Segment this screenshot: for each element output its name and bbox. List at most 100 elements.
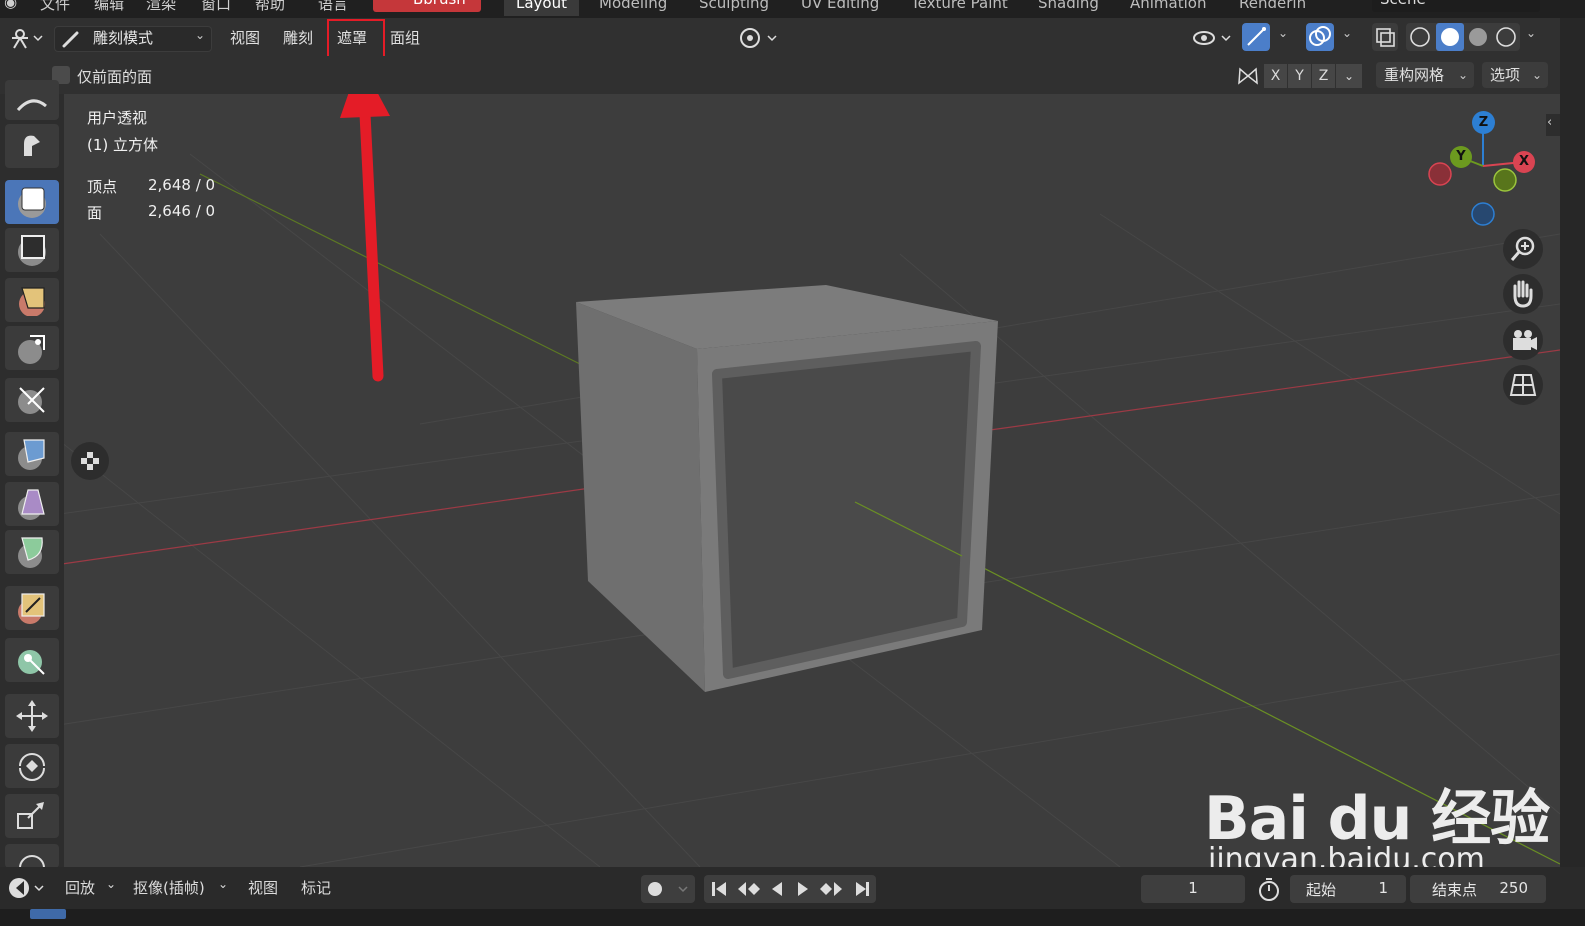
visibility-button[interactable] xyxy=(1190,26,1236,50)
material-shading-icon xyxy=(1469,28,1487,46)
scene-selector[interactable]: Scene xyxy=(1372,0,1540,12)
gizmo-z-axis[interactable]: Z xyxy=(1472,111,1495,134)
smooth-brush-icon xyxy=(16,99,47,112)
face-set-toggle-button[interactable] xyxy=(71,442,109,480)
tool-edit-face-set[interactable] xyxy=(5,586,59,630)
mode-dropdown[interactable]: 雕刻模式 ⌄ xyxy=(54,26,212,52)
end-frame-field[interactable]: 结束点 250 xyxy=(1410,875,1546,903)
sidebar-toggle[interactable]: ‹ xyxy=(1546,114,1560,136)
menu-language[interactable]: 语言 xyxy=(318,0,348,14)
menu-file[interactable]: 文件 xyxy=(40,0,70,14)
menu-view[interactable]: 视图 xyxy=(230,27,260,48)
overlays-toggle-button[interactable] xyxy=(1306,23,1334,51)
tool-mesh-filter[interactable] xyxy=(5,432,59,476)
bbrush-addon-button[interactable]: Bbrush xyxy=(373,0,481,12)
menu-marker[interactable]: 标记 xyxy=(301,877,331,898)
tool-settings-bar: 仅前面的面 X Y Z ⌄ 重构网格 ⌄ 选项 ⌄ xyxy=(0,56,1560,94)
mesh-filter-icon xyxy=(18,439,45,470)
tool-line-project[interactable] xyxy=(5,378,59,422)
menu-edit[interactable]: 编辑 xyxy=(94,0,124,14)
menu-keying[interactable]: 抠像(插帧) xyxy=(133,877,205,898)
symmetry-x-toggle[interactable]: X xyxy=(1264,64,1287,88)
chevron-down-icon: ⌄ xyxy=(194,28,205,42)
workspace-tab-shading[interactable]: Shading xyxy=(1038,0,1099,12)
viewport-object-name: (1) 立方体 xyxy=(87,136,159,154)
auto-keying-button[interactable] xyxy=(641,875,695,903)
xray-icon xyxy=(1376,28,1395,47)
tool-box-face-set[interactable] xyxy=(5,278,59,322)
ortho-toggle-button[interactable] xyxy=(1503,365,1543,405)
viewport-canvas[interactable] xyxy=(0,94,1560,867)
tool-color-filter[interactable] xyxy=(5,530,59,574)
editor-type-button[interactable] xyxy=(6,26,46,50)
workspace-tab-uv-editing[interactable]: UV Editing xyxy=(801,0,879,12)
chevron-down-icon[interactable]: ⌄ xyxy=(1526,26,1536,40)
cloth-filter-icon xyxy=(18,489,45,520)
end-frame-value: 250 xyxy=(1499,879,1528,897)
tool-box-trim[interactable] xyxy=(5,326,59,370)
tool-cloth-filter[interactable] xyxy=(5,482,59,526)
workspace-tab-layout[interactable]: Layout xyxy=(504,0,579,16)
tool-rotate[interactable] xyxy=(5,744,59,788)
prev-keyframe-icon xyxy=(748,883,760,895)
chevron-down-icon[interactable]: ⌄ xyxy=(1342,26,1352,40)
menu-render[interactable]: 渲染 xyxy=(146,0,176,14)
workspace-tab-texture-paint[interactable]: Texture Paint xyxy=(911,0,1008,12)
remesh-dropdown[interactable]: 重构网格 ⌄ xyxy=(1376,62,1474,88)
right-edge-panel xyxy=(1560,18,1585,867)
stats-vertices-value: 2,648 / 0 xyxy=(148,176,216,194)
blender-logo-icon[interactable]: ◉ xyxy=(4,0,17,11)
stats-vertices-label: 顶点 xyxy=(87,178,118,196)
editor-type-icon xyxy=(12,29,43,49)
menu-help[interactable]: 帮助 xyxy=(255,0,285,14)
workspace-tab-animation[interactable]: Animation xyxy=(1130,0,1206,12)
tool-scale[interactable] xyxy=(5,794,59,838)
chevron-down-icon: ⌄ xyxy=(1457,68,1468,82)
menu-sculpt[interactable]: 雕刻 xyxy=(283,27,313,48)
tool-mask[interactable] xyxy=(5,180,59,224)
tool-mask-by-color[interactable] xyxy=(5,638,59,682)
symmetry-butterfly-icon[interactable] xyxy=(1236,65,1260,87)
tool-move[interactable] xyxy=(5,694,59,738)
status-indicator xyxy=(30,909,66,919)
gizmo-toggle-button[interactable] xyxy=(1242,23,1270,51)
current-frame-field[interactable]: 1 xyxy=(1141,875,1245,903)
pan-button[interactable] xyxy=(1503,274,1543,314)
gizmo-y-axis[interactable]: Y xyxy=(1450,146,1472,168)
zoom-button[interactable] xyxy=(1503,229,1543,269)
timeline-editor-type-button[interactable] xyxy=(4,873,46,903)
symmetry-y-toggle[interactable]: Y xyxy=(1288,64,1311,88)
symmetry-z-toggle[interactable]: Z xyxy=(1312,64,1335,88)
workspace-tab-modeling[interactable]: Modeling xyxy=(599,0,667,12)
tool-box-mask[interactable] xyxy=(5,228,59,272)
workspace-tab-sculpting[interactable]: Sculpting xyxy=(699,0,769,12)
trim-icon xyxy=(18,335,45,364)
chevron-down-icon[interactable]: ⌄ xyxy=(1278,26,1288,40)
tool-smooth[interactable] xyxy=(5,80,59,120)
xray-toggle-button[interactable] xyxy=(1372,23,1398,51)
menu-timeline-view[interactable]: 视图 xyxy=(248,877,278,898)
gizmo-x-axis[interactable]: X xyxy=(1513,151,1535,173)
gizmo-z-label: Z xyxy=(1478,115,1489,130)
preview-range-button[interactable] xyxy=(1254,875,1284,903)
edit-face-set-icon xyxy=(18,593,45,624)
tool-snake-hook[interactable] xyxy=(5,124,59,168)
current-frame-value: 1 xyxy=(1188,879,1198,897)
x-axis-line-right xyxy=(989,349,1560,431)
cube-object[interactable] xyxy=(576,285,998,692)
zoom-icon xyxy=(1510,236,1535,261)
menu-playback[interactable]: 回放 xyxy=(65,877,95,898)
tool-transform[interactable] xyxy=(5,844,59,868)
chevron-down-icon[interactable]: ⌄ xyxy=(1336,64,1362,88)
menu-window[interactable]: 窗口 xyxy=(201,0,231,14)
remesh-label: 重构网格 xyxy=(1384,66,1445,84)
camera-view-button[interactable] xyxy=(1503,320,1543,360)
jump-start-icon xyxy=(712,882,715,896)
transform-pivot-button[interactable] xyxy=(736,26,780,50)
chevron-down-icon[interactable]: ⌄ xyxy=(218,877,228,891)
start-frame-field[interactable]: 起始 1 xyxy=(1290,875,1406,903)
chevron-down-icon[interactable]: ⌄ xyxy=(106,877,116,891)
menu-face-sets[interactable]: 面组 xyxy=(390,27,420,48)
options-dropdown[interactable]: 选项 ⌄ xyxy=(1482,62,1548,88)
workspace-tab-rendering[interactable]: Renderin xyxy=(1239,0,1306,12)
